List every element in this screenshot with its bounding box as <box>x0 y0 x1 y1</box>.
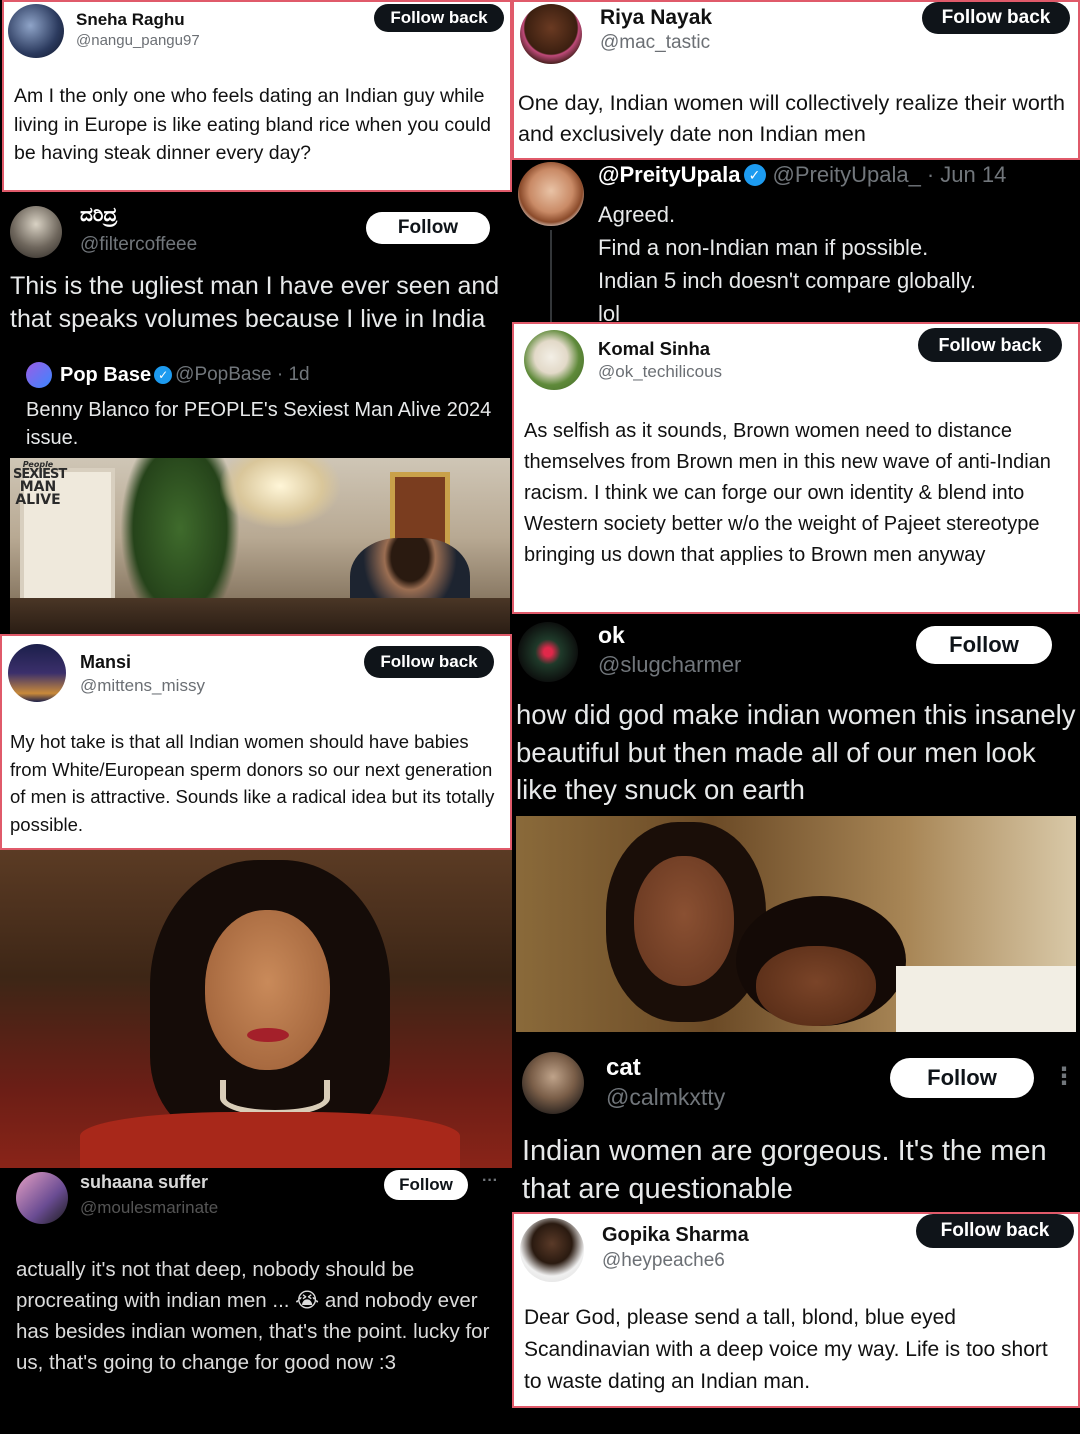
quoted-user-handle: @PopBase · 1d <box>175 364 310 385</box>
tweet-line: Indian 5 inch doesn't compare globally. <box>598 268 977 293</box>
avatar[interactable] <box>8 4 64 58</box>
tweet-card-gopika: Gopika Sharma @heypeache6 Follow back De… <box>512 1212 1080 1408</box>
tweet-line: lol <box>598 301 621 322</box>
user-handle[interactable]: @PreityUpala_ <box>773 162 921 188</box>
user-name[interactable]: @PreityUpala <box>598 162 741 188</box>
avatar[interactable] <box>520 1218 584 1282</box>
user-name[interactable]: Mansi <box>80 652 131 673</box>
user-name[interactable]: Riya Nayak <box>600 6 712 30</box>
follow-back-button[interactable]: Follow back <box>364 646 494 678</box>
tweet-line: Agreed. <box>598 202 676 227</box>
user-name[interactable]: suhaana suffer <box>80 1172 208 1193</box>
user-name[interactable]: cat <box>606 1054 641 1082</box>
tweet-card-cat: cat @calmkxtty Follow ⋮ Indian women are… <box>512 1032 1080 1212</box>
tweet-card-daridra: ದರಿದ್ರ @filtercoffeee Follow This is the… <box>0 192 512 634</box>
tweet-line: Find a non-Indian man if possible. <box>598 235 929 260</box>
necklace <box>220 1080 330 1116</box>
woman-right-face <box>756 946 876 1026</box>
follow-button[interactable]: Follow <box>890 1058 1034 1098</box>
user-handle[interactable]: @mittens_missy <box>80 676 205 696</box>
user-handle[interactable]: @heypeache6 <box>602 1250 725 1272</box>
magazine-logo: People SEXIEST MAN ALIVE <box>13 461 67 509</box>
more-options-icon[interactable]: ⋮ <box>1052 1062 1076 1091</box>
avatar[interactable] <box>518 622 578 682</box>
pillow <box>896 966 1076 1032</box>
more-options-icon[interactable]: ··· <box>482 1172 498 1190</box>
user-handle[interactable]: @filtercoffeee <box>80 234 197 256</box>
tweet-text: Indian women are gorgeous. It's the men … <box>522 1135 1047 1205</box>
follow-back-button[interactable]: Follow back <box>374 4 504 32</box>
tweet-date[interactable]: · Jun 14 <box>927 162 1007 188</box>
thread-line <box>550 230 552 322</box>
magazine-line: ALIVE <box>15 492 61 509</box>
user-handle[interactable]: @slugcharmer <box>598 652 741 678</box>
user-handle[interactable]: @calmkxtty <box>606 1084 725 1111</box>
sexiest-man-alive-photo[interactable]: People SEXIEST MAN ALIVE <box>10 458 510 634</box>
avatar[interactable] <box>8 644 66 702</box>
avatar[interactable] <box>16 1172 68 1224</box>
user-handle[interactable]: @mac_tastic <box>600 32 710 54</box>
user-handle[interactable]: @moulesmarinate <box>80 1198 218 1218</box>
tweet-card-ok: ok @slugcharmer Follow how did god make … <box>512 614 1080 816</box>
follow-button[interactable]: Follow <box>916 626 1052 664</box>
lips <box>247 1028 289 1042</box>
quoted-user-name: Pop Base <box>60 363 152 386</box>
ok-photo[interactable] <box>516 816 1076 1032</box>
tweet-card-riya: Riya Nayak @mac_tastic Follow back One d… <box>512 0 1080 160</box>
verified-icon: ✓ <box>743 164 766 186</box>
follow-button[interactable]: Follow <box>366 212 490 244</box>
woman-left-face <box>634 856 734 986</box>
user-handle[interactable]: @nangu_pangu97 <box>76 32 200 49</box>
sofa <box>10 598 510 634</box>
outfit <box>80 1112 460 1168</box>
avatar[interactable] <box>518 162 584 226</box>
avatar[interactable] <box>520 4 582 64</box>
tweet-text: how did god make indian women this insan… <box>516 699 1076 805</box>
user-name[interactable]: ok <box>598 622 625 649</box>
chandelier <box>220 458 340 528</box>
tweet-card-komal: Komal Sinha @ok_techilicous Follow back … <box>512 322 1080 614</box>
tweet-text: Am I the only one who feels dating an In… <box>14 85 491 164</box>
tweet-card-sneha: Sneha Raghu @nangu_pangu97 Follow back A… <box>2 0 512 192</box>
follow-button[interactable]: Follow <box>384 1170 468 1200</box>
follow-back-button[interactable]: Follow back <box>922 2 1070 34</box>
tweet-card-suhaana: suhaana suffer @moulesmarinate Follow ··… <box>0 1168 512 1406</box>
avatar[interactable] <box>10 206 62 258</box>
follow-back-button[interactable]: Follow back <box>916 1214 1074 1248</box>
user-name[interactable]: Komal Sinha <box>598 338 710 360</box>
avatar[interactable] <box>522 1052 584 1114</box>
user-name[interactable]: ದರಿದ್ರ <box>80 204 117 227</box>
tweet-text: Dear God, please send a tall, blond, blu… <box>524 1306 1048 1393</box>
user-name[interactable]: Sneha Raghu <box>76 10 185 30</box>
quoted-tweet-text: Benny Blanco for PEOPLE's Sexiest Man Al… <box>26 399 492 449</box>
tweet-text: As selfish as it sounds, Brown women nee… <box>524 420 1051 566</box>
mansi-photo[interactable] <box>0 850 512 1168</box>
user-name[interactable]: Gopika Sharma <box>602 1224 749 1247</box>
pop-base-logo-icon <box>26 362 52 388</box>
follow-back-button[interactable]: Follow back <box>918 328 1062 362</box>
user-handle[interactable]: @ok_techilicous <box>598 362 722 382</box>
tweet-text: actually it's not that deep, nobody shou… <box>16 1258 490 1374</box>
tweet-text: One day, Indian women will collectively … <box>518 91 1065 146</box>
tweet-card-mansi: Mansi @mittens_missy Follow back My hot … <box>0 634 512 850</box>
tweet-card-preity: @PreityUpala ✓ @PreityUpala_ · Jun 14 Ag… <box>512 160 1080 322</box>
verified-icon: ✓ <box>154 366 173 384</box>
tweet-text: This is the ugliest man I have ever seen… <box>10 272 500 333</box>
tweet-text: My hot take is that all Indian women sho… <box>10 731 495 835</box>
bottom-bar <box>0 1408 1080 1434</box>
avatar[interactable] <box>524 330 584 390</box>
face <box>205 910 330 1070</box>
